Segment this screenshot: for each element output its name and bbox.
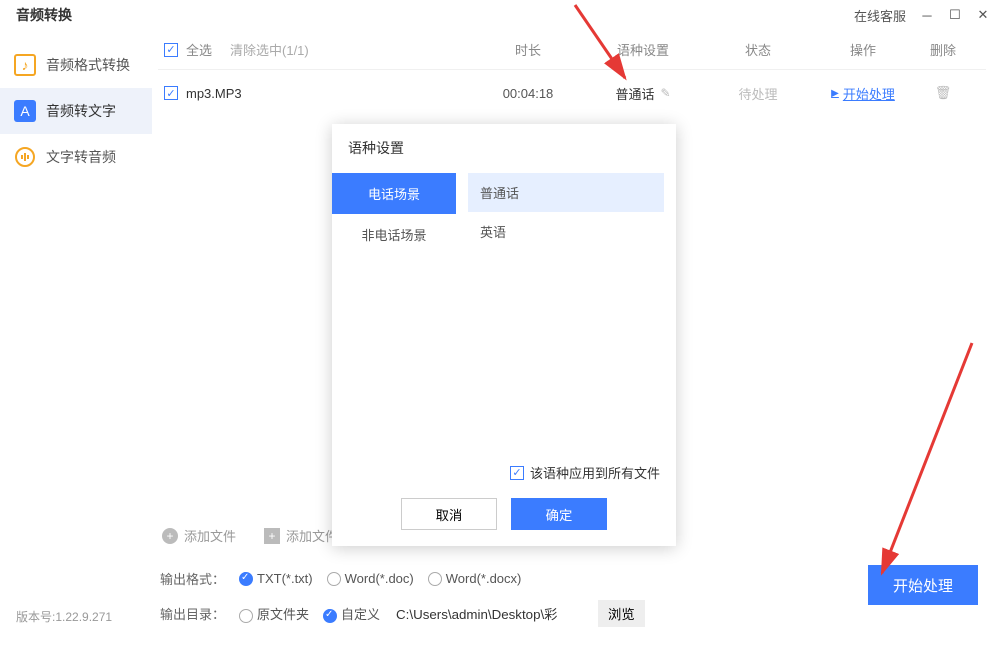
col-header-status: 状态 [708,40,808,59]
language-option-mandarin[interactable]: 普通话 [468,173,664,212]
file-duration: 00:04:18 [478,86,578,101]
apply-all-label: 该语种应用到所有文件 [530,463,660,482]
col-header-delete: 删除 [918,40,968,59]
sidebar: ♪ 音频格式转换 A 音频转文字 文字转音频 [0,30,152,555]
minimize-button[interactable]: ─ [920,8,934,22]
app-title: 音频转换 [16,5,72,25]
language-option-english[interactable]: 英语 [468,212,664,251]
dir-custom-option[interactable]: 自定义 [323,604,380,623]
sidebar-item-label: 文字转音频 [46,147,116,167]
dir-source-option[interactable]: 原文件夹 [239,604,309,623]
letter-a-icon: A [14,100,36,122]
maximize-button[interactable]: ☐ [948,8,962,22]
music-note-icon: ♪ [14,54,36,76]
sidebar-item-text-to-audio[interactable]: 文字转音频 [0,134,152,180]
online-service-link[interactable]: 在线客服 [854,6,906,25]
sidebar-item-label: 音频格式转换 [46,55,130,75]
version-label: 版本号:1.22.9.271 [16,608,112,625]
language-settings-dialog: 语种设置 电话场景 非电话场景 普通话 英语 ✓ 该语种应用到所有文件 取消 确… [332,124,676,546]
format-doc-option[interactable]: Word(*.doc) [327,571,414,587]
col-header-operation: 操作 [808,40,918,59]
format-docx-option[interactable]: Word(*.docx) [428,571,522,587]
delete-row-icon[interactable]: 🗑 [935,85,952,100]
row-checkbox[interactable]: ✓ [164,86,178,100]
col-header-language: 语种设置 [578,40,708,59]
sidebar-item-audio-to-text[interactable]: A 音频转文字 [0,88,152,134]
file-list-header: ✓ 全选 清除选中(1/1) 时长 语种设置 状态 操作 删除 [158,30,986,70]
start-process-button[interactable]: 开始处理 [868,565,978,605]
scene-tab-phone[interactable]: 电话场景 [332,173,456,214]
select-all-checkbox[interactable]: ✓ [164,43,178,57]
plus-circle-icon: + [162,528,178,544]
file-language: 普通话 [615,84,654,103]
file-status: 待处理 [708,84,808,103]
output-dir-label: 输出目录： [160,604,225,623]
output-format-label: 输出格式： [160,569,225,588]
clear-selection-link[interactable]: 清除选中(1/1) [230,40,309,59]
sidebar-item-label: 音频转文字 [46,101,116,121]
output-path-input[interactable] [394,604,584,623]
file-row: ✓ mp3.MP3 00:04:18 普通话 ✎ 待处理 开始处理 🗑 [158,70,986,116]
select-all-label: 全选 [186,40,212,59]
format-txt-option[interactable]: TXT(*.txt) [239,571,313,587]
close-button[interactable]: ✕ [976,8,990,22]
sidebar-item-format-convert[interactable]: ♪ 音频格式转换 [0,42,152,88]
browse-button[interactable]: 浏览 [598,600,645,627]
add-file-button[interactable]: + 添加文件 [162,526,236,545]
dialog-title: 语种设置 [332,124,676,172]
start-process-row-link[interactable]: 开始处理 [831,84,895,103]
file-name: mp3.MP3 [186,86,242,101]
audio-waves-icon [14,146,36,168]
add-file-label: 添加文件 [184,526,236,545]
dialog-cancel-button[interactable]: 取消 [401,498,497,530]
scene-tab-non-phone[interactable]: 非电话场景 [332,214,456,255]
apply-all-checkbox[interactable]: ✓ [510,466,524,480]
dialog-ok-button[interactable]: 确定 [511,498,607,530]
plus-square-icon: + [264,528,280,544]
col-header-duration: 时长 [478,40,578,59]
edit-language-icon[interactable]: ✎ [660,86,670,100]
